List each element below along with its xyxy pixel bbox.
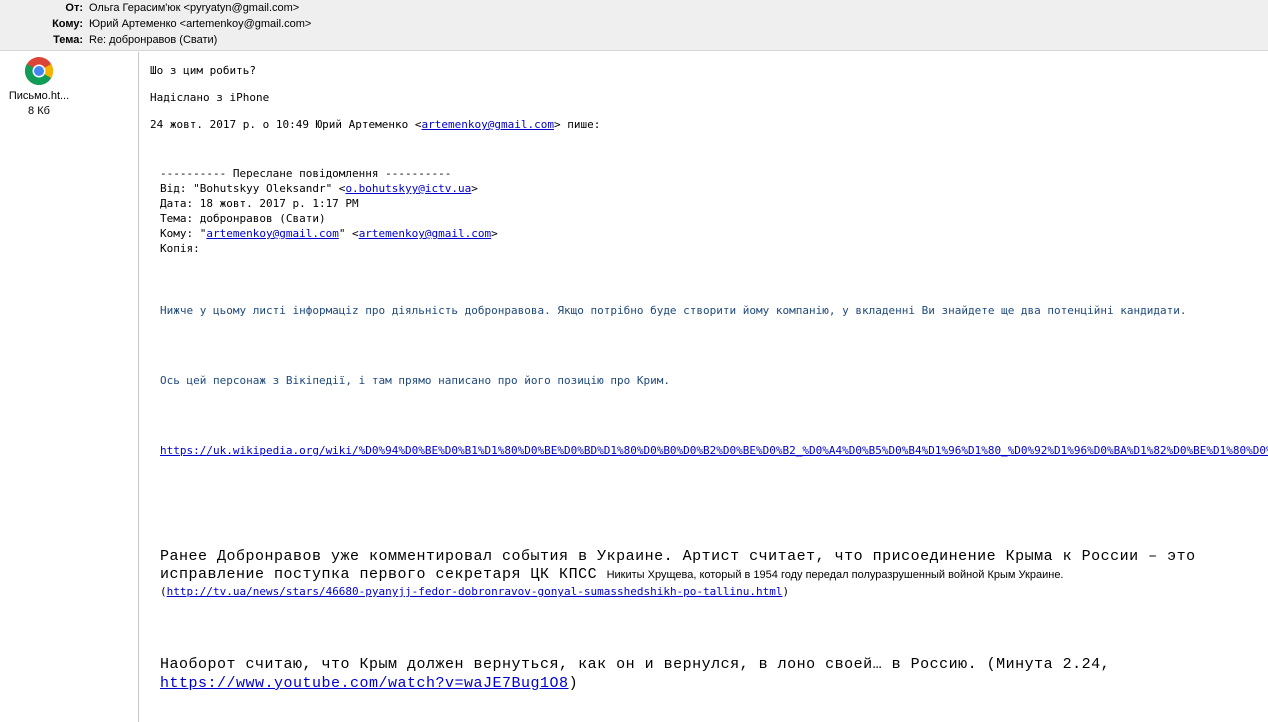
to-label: Кому: (52, 18, 83, 30)
paragraph-2: Ось цей персонаж з Вікіпедії, і там прям… (160, 374, 670, 387)
big1-line2-c: , который в 1954 году передал полуразруш… (693, 569, 1064, 581)
from-value[interactable]: Ольга Герасим'юк <pyryatyn@gmail.com> (89, 0, 299, 16)
big-paragraph-2-line-2: https://www.youtube.com/watch?v=waJE7Bug… (160, 675, 578, 693)
fwd-date-line: Дата: 18 жовт. 2017 р. 1:17 PM (160, 197, 359, 210)
big1-line2-b: Никиты Хрущева (606, 569, 694, 581)
tv-link[interactable]: http://tv.ua/news/stars/46680-pyanyjj-fe… (167, 585, 783, 598)
youtube-link[interactable]: https://www.youtube.com/watch?v=waJE7Bug… (160, 675, 569, 692)
big-paragraph-2-line-1: Наоборот считаю, что Крым должен вернуть… (160, 656, 1111, 673)
tv-suffix: ) (782, 585, 790, 598)
fwd-to-email-link-2[interactable]: artemenkoy@gmail.com (359, 227, 491, 240)
subject-label: Тема: (53, 34, 83, 46)
body-line-2: Надіслано з iPhone (150, 91, 270, 104)
youtube-suffix: ) (568, 675, 579, 692)
message-body: Шо з цим робить? Надіслано з iPhone 24 ж… (139, 52, 1268, 722)
paragraph-1: Нижче у цьому листі інформаціz про діяль… (160, 304, 1187, 317)
big-paragraph-1-line-2: исправление поступка первого секретаря Ц… (160, 566, 1064, 584)
fwd-copy-line: Копія: (160, 242, 200, 255)
subject-value: Re: добронравов (Свати) (89, 34, 218, 46)
tv-prefix: ( (160, 585, 167, 598)
chrome-icon (25, 57, 53, 85)
fwd-to-prefix: Кому: " (160, 227, 207, 240)
fwd-to-email-link-1[interactable]: artemenkoy@gmail.com (206, 227, 338, 240)
quote-line: 24 жовт. 2017 р. о 10:49 Юрий Артеменко … (150, 117, 600, 132)
big-paragraph-1-line-1: Ранее Добронравов уже комментировал собы… (160, 548, 1196, 565)
from-label: От: (65, 2, 83, 14)
attachments-pane: Письмо.ht... 8 Кб (0, 52, 139, 722)
fwd-to-suffix: > (491, 227, 498, 240)
quote-prefix: 24 жовт. 2017 р. о 10:49 Юрий Артеменко … (150, 118, 422, 131)
fwd-from-prefix: Від: "Bohutskyy Oleksandr" < (160, 182, 346, 195)
attachment-size: 8 Кб (28, 105, 50, 117)
fwd-subject-line: Тема: добронравов (Свати) (160, 212, 326, 225)
fwd-to-line: Кому: "artemenkoy@gmail.com" <artemenkoy… (160, 226, 498, 241)
message-header: От: Ольга Герасим'юк <pyryatyn@gmail.com… (0, 0, 1268, 51)
attachment-name: Письмо.ht... (8, 90, 70, 102)
big1-line2-a: исправление поступка первого секретаря Ц… (160, 566, 607, 583)
quote-email-link[interactable]: artemenkoy@gmail.com (422, 118, 554, 131)
body-line-1: Шо з цим робить? (150, 64, 256, 77)
fwd-from-suffix: > (471, 182, 478, 195)
wiki-link[interactable]: https://uk.wikipedia.org/wiki/%D0%94%D0%… (160, 444, 1268, 457)
fwd-from-line: Від: "Bohutskyy Oleksandr" <o.bohutskyy@… (160, 181, 478, 196)
tv-link-line: (http://tv.ua/news/stars/46680-pyanyjj-f… (160, 584, 789, 599)
fwd-header: ---------- Переслане повідомлення ------… (160, 167, 452, 180)
wiki-link-line: https://uk.wikipedia.org/wiki/%D0%94%D0%… (160, 443, 1268, 458)
fwd-from-email-link[interactable]: o.bohutskyy@ictv.ua (345, 182, 471, 195)
to-value[interactable]: Юрий Артеменко <artemenkoy@gmail.com> (89, 16, 311, 32)
quote-suffix: > пише: (553, 118, 601, 131)
fwd-to-mid: " < (338, 227, 359, 240)
